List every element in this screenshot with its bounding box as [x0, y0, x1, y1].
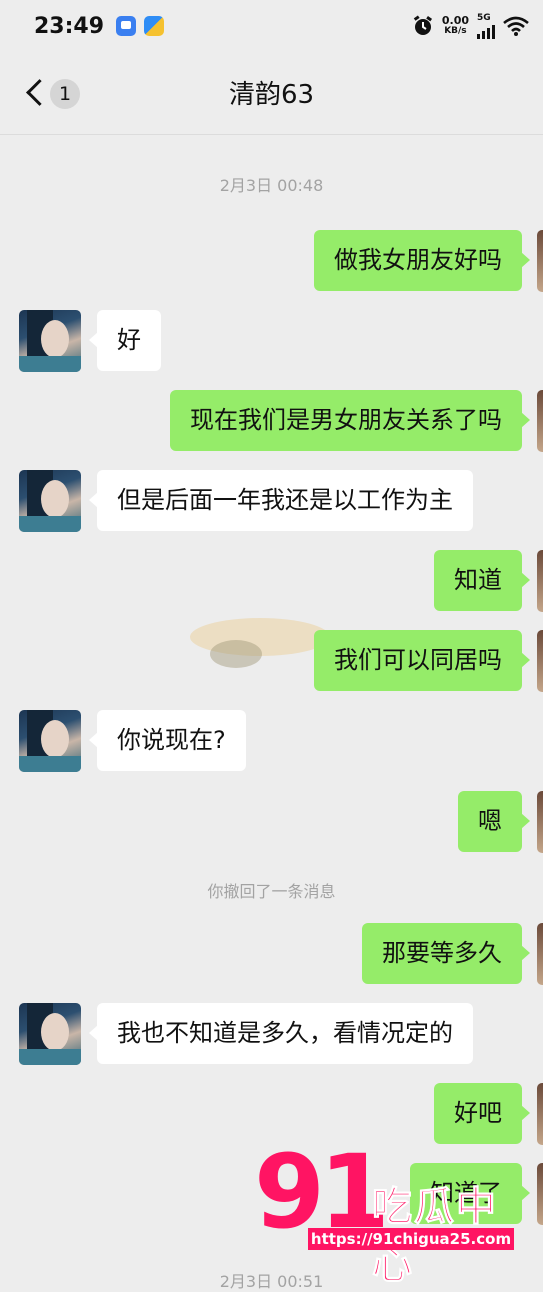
contact-avatar[interactable]	[19, 470, 81, 532]
alarm-icon	[413, 15, 432, 35]
app-notification-icon-2	[144, 16, 165, 36]
message-bubble-incoming[interactable]: 你说现在?	[89, 710, 246, 771]
signal-icon	[477, 23, 495, 39]
wifi-icon	[503, 16, 529, 36]
self-avatar[interactable]	[537, 1083, 543, 1145]
message-bubble-incoming[interactable]: 但是后面一年我还是以工作为主	[89, 470, 473, 531]
message-bubble-outgoing[interactable]: 好吧	[434, 1083, 530, 1144]
message-bubble-outgoing[interactable]: 嗯	[458, 791, 530, 852]
self-avatar[interactable]	[537, 923, 543, 985]
status-bar: 23:49 0.00 KB/s 5G	[0, 0, 543, 52]
status-time: 23:49	[34, 13, 105, 39]
watermark-url: https://91chigua25.com	[308, 1228, 514, 1250]
self-avatar[interactable]	[537, 550, 543, 612]
message-bubble-outgoing[interactable]: 做我女朋友好吗	[314, 230, 530, 291]
message-bubble-incoming[interactable]: 我也不知道是多久，看情况定的	[89, 1003, 473, 1064]
self-avatar[interactable]	[537, 791, 543, 853]
chat-timestamp: 2月3日 00:48	[219, 176, 324, 195]
contact-avatar[interactable]	[19, 310, 81, 372]
watermark-smudge	[210, 640, 262, 668]
contact-avatar[interactable]	[19, 710, 81, 772]
message-bubble-outgoing[interactable]: 那要等多久	[362, 923, 530, 984]
contact-avatar[interactable]	[19, 1003, 81, 1065]
self-avatar[interactable]	[537, 1163, 543, 1225]
app-notification-icon	[116, 16, 137, 36]
watermark-logo: 91 吃瓜中心 https://91chigua25.com	[254, 1138, 529, 1289]
self-avatar[interactable]	[537, 230, 543, 292]
message-bubble-outgoing[interactable]: 我们可以同居吗	[314, 630, 530, 691]
message-bubble-outgoing[interactable]: 现在我们是男女朋友关系了吗	[170, 390, 530, 451]
chat-header: 1 清韵63	[0, 52, 543, 135]
self-avatar[interactable]	[537, 630, 543, 692]
self-avatar[interactable]	[537, 390, 543, 452]
message-bubble-outgoing[interactable]: 知道	[434, 550, 530, 611]
network-type: 5G	[477, 12, 491, 23]
network-speed: 0.00 KB/s	[441, 14, 469, 36]
chat-title: 清韵63	[228, 80, 315, 110]
message-bubble-incoming[interactable]: 好	[89, 310, 161, 371]
recall-notice: 你撤回了一条消息	[207, 882, 336, 901]
